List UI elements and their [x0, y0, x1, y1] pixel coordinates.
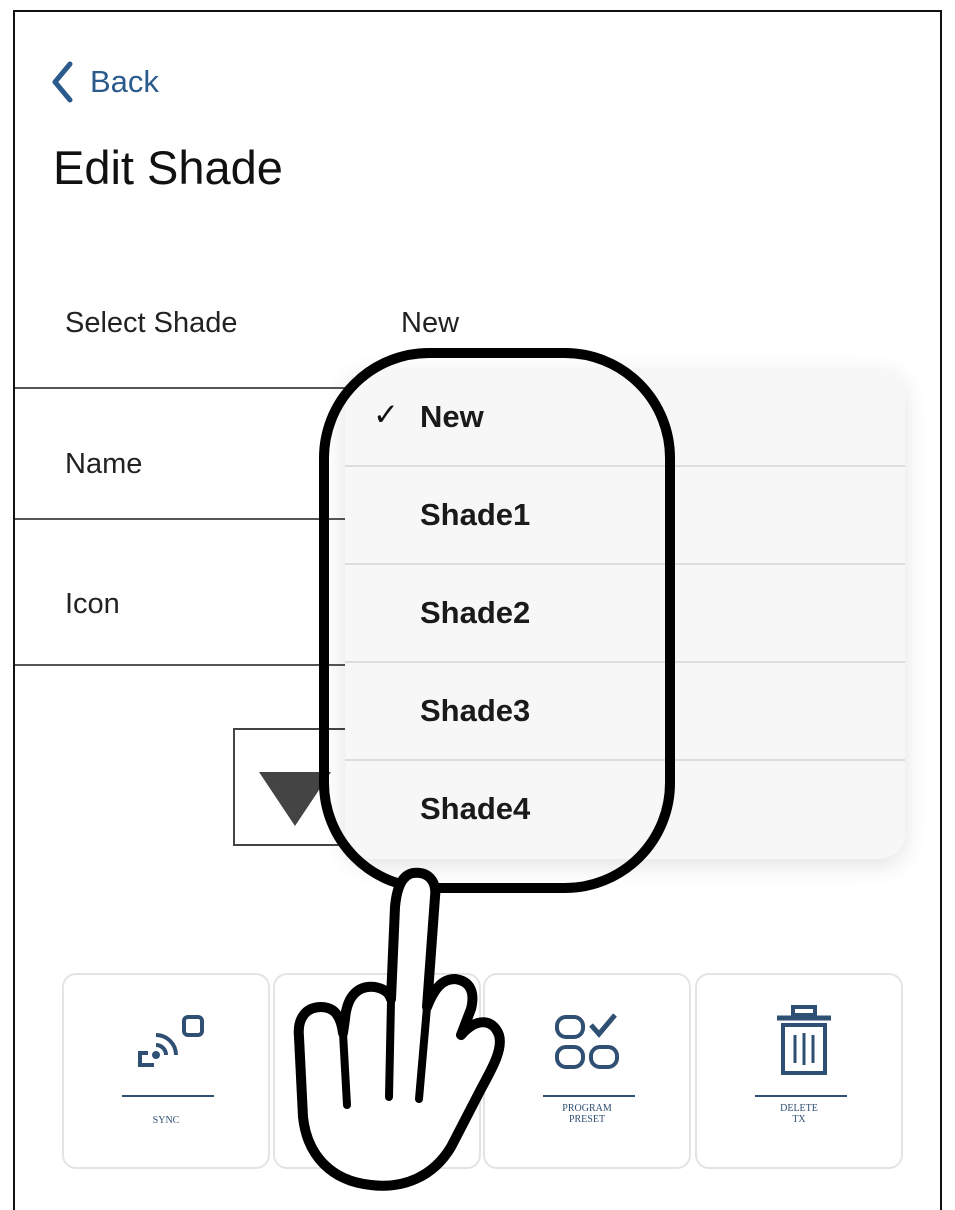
- back-label: Back: [90, 64, 159, 99]
- dropdown-item-shade1[interactable]: Shade1: [345, 467, 905, 565]
- dropdown-item-shade4[interactable]: Shade4: [345, 761, 905, 859]
- divider: [755, 1095, 847, 1097]
- dropdown-item-new[interactable]: ✓ New: [345, 369, 905, 467]
- tx-label: TX: [792, 1114, 806, 1125]
- dropdown-item-shade2[interactable]: Shade2: [345, 565, 905, 663]
- delete-tx-button[interactable]: DELETE TX: [695, 973, 903, 1169]
- trash-icon: [777, 1005, 831, 1075]
- icon-label: Icon: [65, 588, 120, 620]
- triangle-down-icon: [259, 772, 331, 826]
- page-title: Edit Shade: [53, 141, 283, 194]
- hidden-action-button[interactable]: [273, 973, 481, 1169]
- sync-signal-icon: [138, 1015, 204, 1067]
- divider: [122, 1095, 214, 1097]
- dropdown-item-label: Shade3: [420, 693, 531, 728]
- divider: [15, 664, 375, 666]
- divider: [15, 387, 375, 389]
- delete-label: DELETE: [780, 1103, 818, 1114]
- sync-label: SYNC: [152, 1115, 180, 1126]
- select-shade-value[interactable]: New: [401, 307, 459, 340]
- checkmark-icon: ✓: [373, 397, 399, 432]
- dropdown-item-label: Shade4: [420, 791, 531, 826]
- dropdown-item-shade3[interactable]: Shade3: [345, 663, 905, 761]
- sync-button[interactable]: SYNC: [62, 973, 270, 1169]
- program-preset-button[interactable]: PROGRAM PRESET: [483, 973, 691, 1169]
- dropdown-item-label: Shade1: [420, 497, 531, 532]
- program-preset-icon: [555, 1013, 619, 1069]
- program-label: PROGRAM: [562, 1103, 612, 1114]
- divider: [543, 1095, 635, 1097]
- shade-dropdown-menu: ✓ New Shade1 Shade2 Shade3 Shade4: [345, 369, 905, 859]
- chevron-left-icon: [52, 61, 73, 103]
- app-screen: Back Edit Shade Select Shade New Name Ic…: [13, 10, 942, 1210]
- dropdown-item-label: New: [420, 399, 484, 434]
- dropdown-item-label: Shade2: [420, 595, 531, 630]
- divider: [15, 518, 375, 520]
- preset-label: PRESET: [568, 1114, 606, 1125]
- back-button[interactable]: Back: [50, 60, 159, 104]
- name-label: Name: [65, 448, 143, 480]
- select-shade-label: Select Shade: [65, 307, 238, 339]
